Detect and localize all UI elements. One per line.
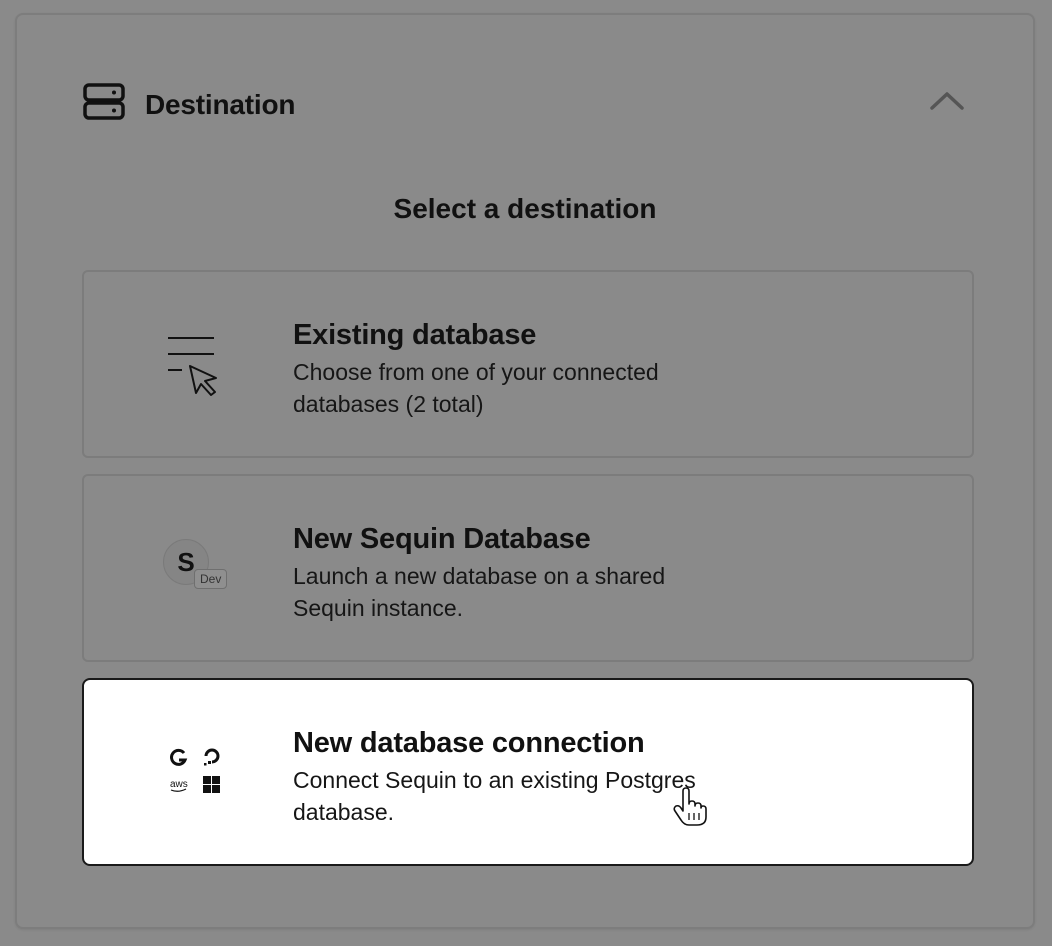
- destination-title: Destination: [145, 88, 296, 120]
- aws-icon: aws: [170, 779, 188, 792]
- option-description: Choose from one of your connected databa…: [293, 359, 659, 417]
- option-title: New database connection: [293, 727, 645, 759]
- option-description: Launch a new database on a shared Sequin…: [293, 563, 666, 621]
- option-title: New Sequin Database: [293, 523, 591, 555]
- cloud-providers-icon: aws: [168, 746, 228, 796]
- list-select-cursor-icon: [164, 332, 226, 396]
- destination-panel: Destination Select a destination Existin…: [15, 13, 1035, 929]
- select-destination-heading: Select a destination: [393, 193, 657, 224]
- option-new-sequin-database[interactable]: S Dev New Sequin Database Launch a new d…: [82, 474, 974, 662]
- collapse-toggle-button[interactable]: [927, 87, 967, 117]
- option-existing-database[interactable]: Existing database Choose from one of you…: [82, 270, 974, 458]
- destination-header: Destination: [83, 83, 295, 126]
- chevron-up-icon: [929, 89, 965, 116]
- server-icon: [83, 83, 125, 126]
- option-description: Connect Sequin to an existing Postgres d…: [293, 767, 696, 825]
- digitalocean-icon: [204, 748, 220, 766]
- svg-text:aws: aws: [170, 779, 188, 790]
- option-text: Existing database Choose from one of you…: [293, 318, 733, 420]
- sequin-avatar-icon: S Dev: [163, 539, 233, 599]
- option-title: Existing database: [293, 319, 537, 351]
- google-icon: [170, 748, 188, 766]
- dev-badge: Dev: [194, 569, 228, 589]
- option-text: New Sequin Database Launch a new databas…: [293, 522, 733, 624]
- option-text: New database connection Connect Sequin t…: [293, 726, 733, 828]
- option-new-database-connection[interactable]: aws New database connection Connect Sequ…: [82, 678, 974, 866]
- azure-icon: [203, 776, 220, 793]
